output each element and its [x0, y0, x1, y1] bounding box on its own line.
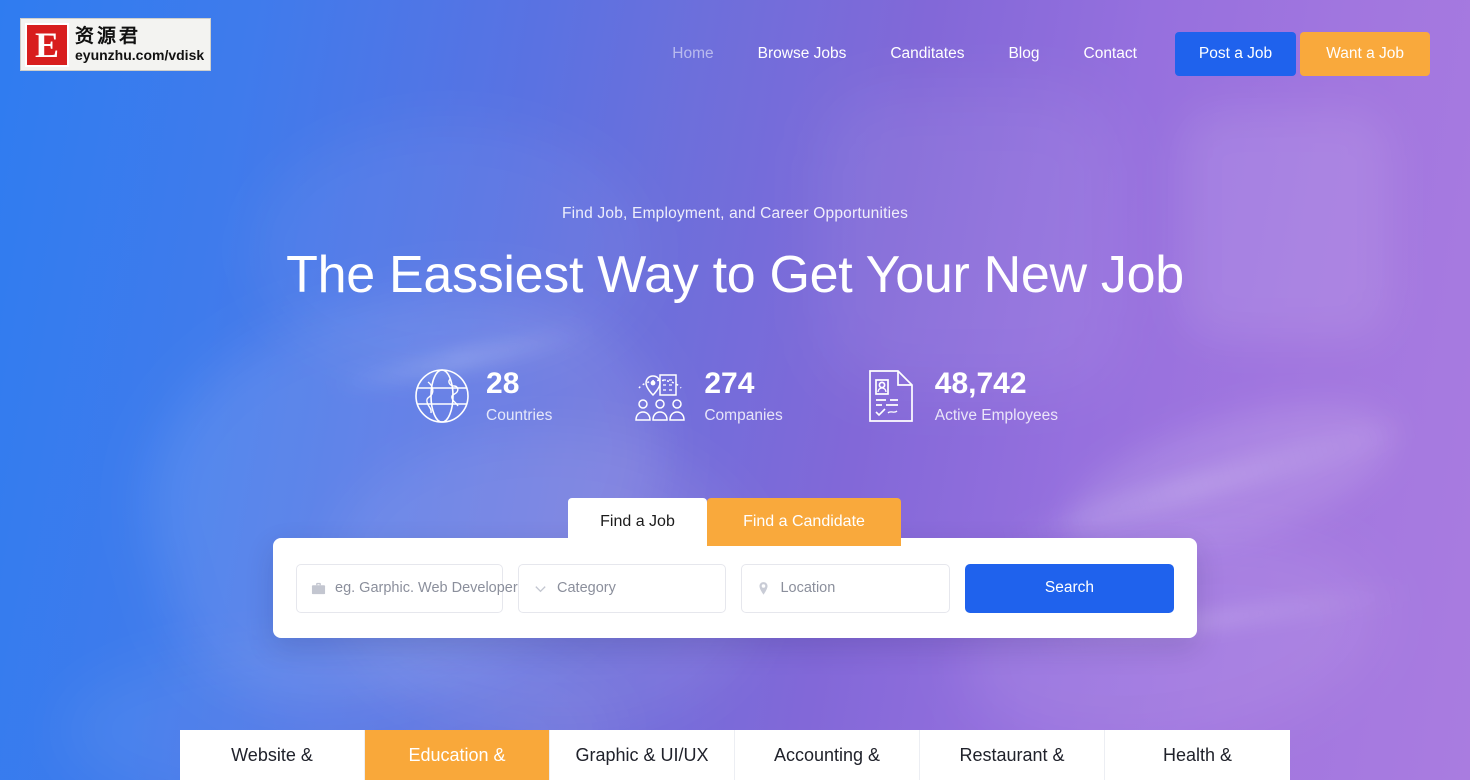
briefcase-icon — [311, 581, 326, 596]
hero-headline: The Eassiest Way to Get Your New Job — [286, 246, 1184, 304]
logo-chinese-name: 资源君 — [75, 25, 142, 47]
stat-value: 28 — [486, 366, 520, 400]
main-navigation: Home Browse Jobs Canditates Blog Contact… — [650, 32, 1430, 76]
hero-eyebrow: Find Job, Employment, and Career Opportu… — [561, 205, 909, 222]
resume-document-icon — [861, 366, 921, 426]
companies-icon — [630, 366, 690, 426]
chevron-down-icon — [533, 581, 548, 596]
category-card-restaurant[interactable]: Restaurant & — [920, 730, 1105, 780]
job-search-panel: eg. Garphic. Web Developer Category Loca… — [273, 538, 1197, 638]
stat-active-employees: 48,742 Active Employees — [861, 366, 1058, 426]
stat-countries: 28 Countries — [412, 366, 552, 426]
want-a-job-button[interactable]: Want a Job — [1300, 32, 1430, 76]
watermark-logo: E 资源君 eyunzhu.com/vdisk — [20, 18, 211, 71]
logo-letter-e: E — [25, 22, 69, 67]
tab-find-a-job[interactable]: Find a Job — [568, 498, 707, 546]
category-card-accounting[interactable]: Accounting & — [735, 730, 920, 780]
hero-stats: 28 Countries 274 Companies 48,742 Active… — [0, 366, 1470, 426]
logo-url: eyunzhu.com/vdisk — [75, 47, 205, 63]
logo-text-group: 资源君 eyunzhu.com/vdisk — [75, 25, 204, 64]
category-select[interactable]: Category — [518, 563, 727, 613]
keyword-placeholder: eg. Garphic. Web Developer — [335, 580, 518, 596]
location-placeholder: Location — [780, 580, 836, 596]
post-a-job-button[interactable]: Post a Job — [1174, 32, 1297, 76]
category-placeholder: Category — [557, 580, 616, 596]
nav-item-contact[interactable]: Contact — [1062, 35, 1159, 73]
nav-item-blog[interactable]: Blog — [986, 35, 1061, 73]
category-card-education[interactable]: Education & — [365, 730, 550, 780]
tab-find-a-candidate[interactable]: Find a Candidate — [707, 498, 901, 546]
search-tabs: Find a Job Find a Candidate — [568, 498, 901, 546]
stat-label: Companies — [704, 406, 783, 424]
category-card-website[interactable]: Website & — [180, 730, 365, 780]
nav-item-home[interactable]: Home — [650, 35, 735, 73]
stat-value: 274 — [704, 366, 755, 400]
globe-icon — [412, 366, 472, 426]
category-card-graphic[interactable]: Graphic & UI/UX — [550, 730, 735, 780]
nav-item-canditates[interactable]: Canditates — [868, 35, 986, 73]
site-header: E 资源君 eyunzhu.com/vdisk Home Browse Jobs… — [0, 0, 1470, 112]
map-pin-icon — [756, 581, 771, 596]
stat-label: Active Employees — [934, 406, 1058, 424]
stat-companies: 274 Companies — [630, 366, 783, 426]
hero-section: E 资源君 eyunzhu.com/vdisk Home Browse Jobs… — [0, 0, 1470, 780]
stat-label: Countries — [486, 406, 553, 424]
nav-item-browse-jobs[interactable]: Browse Jobs — [736, 35, 869, 73]
hero-text-block: Find Job, Employment, and Career Opportu… — [0, 205, 1470, 305]
category-card-strip: Website & Education & Graphic & UI/UX Ac… — [180, 730, 1290, 780]
location-field[interactable]: Location — [741, 563, 950, 613]
keyword-field[interactable]: eg. Garphic. Web Developer — [296, 563, 518, 613]
search-button[interactable]: Search — [964, 563, 1175, 613]
background-photo-blob — [107, 235, 713, 745]
background-light-streak — [1004, 412, 1416, 554]
stat-value: 48,742 — [934, 366, 1027, 400]
category-card-health[interactable]: Health & — [1105, 730, 1290, 780]
